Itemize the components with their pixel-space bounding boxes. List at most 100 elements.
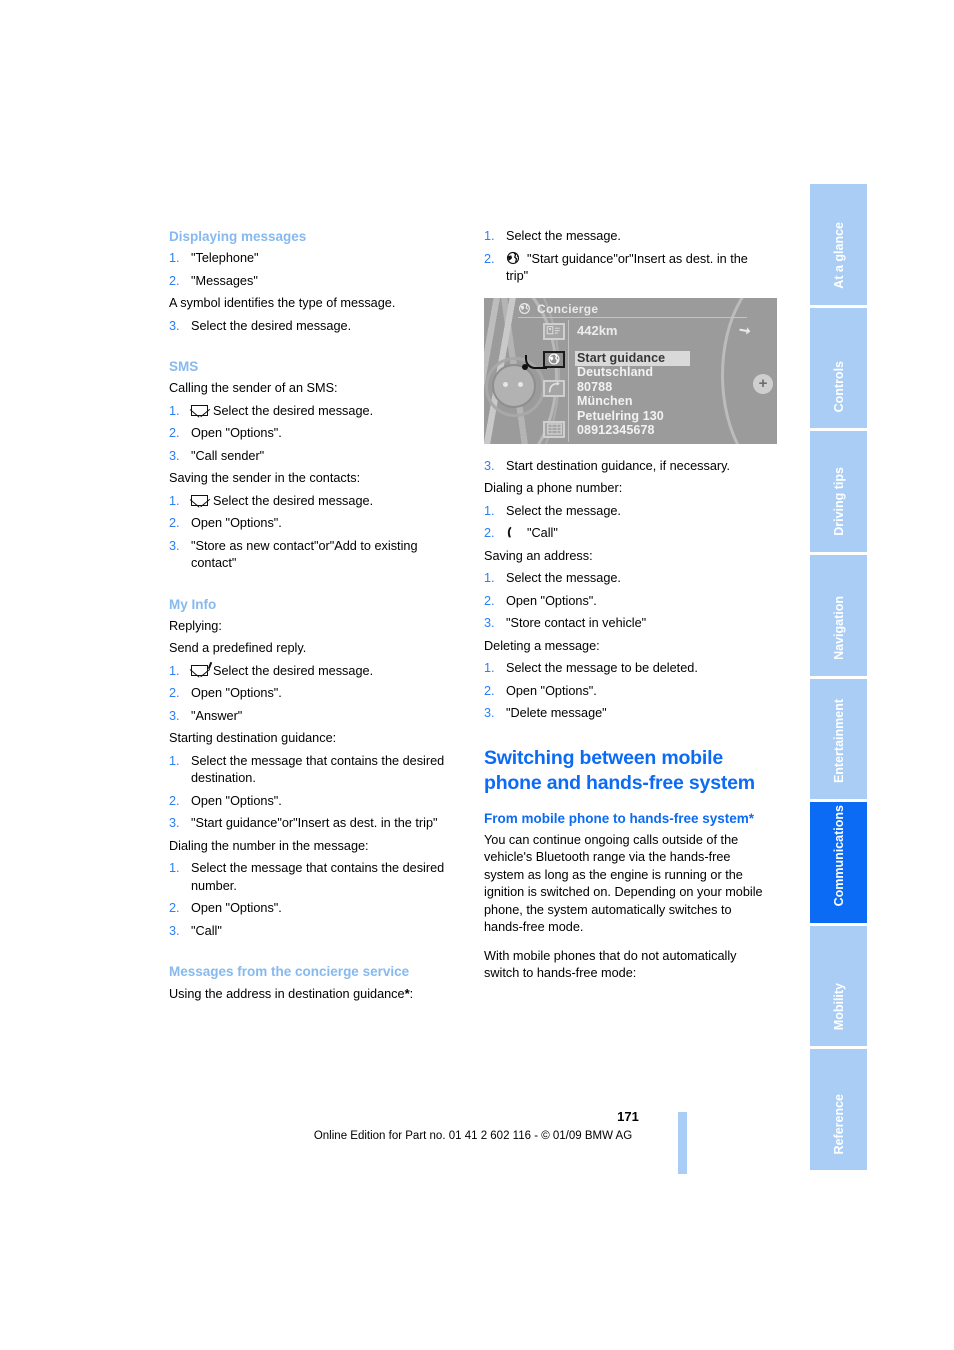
sidebar-tab-entertainment[interactable]: Entertainment xyxy=(810,678,867,800)
intro-saving-address: Saving an address: xyxy=(484,548,593,563)
map-arc-right xyxy=(721,297,777,444)
list-item: 2. "Start guidance"or"Insert as dest. in… xyxy=(484,251,764,286)
list-item: 1. Select the message that contains the … xyxy=(169,860,449,895)
list-item: 2. "Call" xyxy=(484,525,764,543)
note-symbol-type: A symbol identifies the type of message. xyxy=(169,296,396,310)
idrive-menu-icon-route[interactable] xyxy=(543,379,565,397)
heading-displaying-messages: Displaying messages xyxy=(169,229,307,244)
envelope-reply-icon xyxy=(189,661,213,678)
step-text: Select the message that contains the des… xyxy=(191,753,445,786)
phone-handset-icon xyxy=(506,526,520,540)
concierge-globe-icon xyxy=(518,302,531,315)
intro-using-address: Using the address in destination guidanc… xyxy=(169,985,449,1004)
step-text: Open "Options". xyxy=(191,686,282,700)
step-text: Open "Options". xyxy=(191,426,282,440)
idrive-title-bar: Concierge xyxy=(518,301,747,318)
step-text: Select the message that contains the des… xyxy=(191,861,445,893)
step-number: 3. xyxy=(484,458,495,473)
list-item: 3. "Answer" xyxy=(169,708,449,726)
list-item: 2. Open "Options". xyxy=(484,593,764,611)
step-number: 2. xyxy=(484,526,495,540)
step-text: Open "Options". xyxy=(506,683,597,698)
idrive-menu-icon-map[interactable] xyxy=(543,420,565,438)
manual-page: At a glance Controls Driving tips Naviga… xyxy=(0,0,954,1350)
map-dot-right xyxy=(518,381,523,387)
step-text: "Telephone" xyxy=(191,251,259,265)
paragraph-handsfree-info: You can continue ongoing calls outside o… xyxy=(484,832,763,935)
list-item: 3. "Delete message" xyxy=(484,705,764,723)
idrive-distance: 442km xyxy=(577,322,618,338)
list-item: 1. Select the message. xyxy=(484,570,764,588)
idrive-callout-dot xyxy=(522,363,528,370)
step-text: Select the desired message. xyxy=(213,493,374,508)
step-text: "Start guidance"or"Insert as dest. in th… xyxy=(506,251,748,284)
idrive-address-line: 80788 xyxy=(577,379,613,394)
step-text: "Delete message" xyxy=(506,706,607,720)
step-number: 2. xyxy=(169,793,180,808)
step-text: Select the message. xyxy=(506,571,621,585)
list-item: 1. Select the message to be deleted. xyxy=(484,660,764,678)
step-number: 3. xyxy=(169,318,180,333)
step-text: "Store contact in vehicle" xyxy=(506,616,647,630)
list-item: 1. Select the message. xyxy=(484,228,764,246)
step-number: 1. xyxy=(484,571,495,585)
right-column: 1. Select the message. 2. "Start guidanc… xyxy=(484,228,777,988)
step-text: Open "Options". xyxy=(191,516,282,530)
step-number: 2. xyxy=(169,686,180,700)
list-item: 2. Open "Options". xyxy=(169,900,449,918)
idrive-menu-icon-contact[interactable] xyxy=(543,322,565,340)
step-number: 2. xyxy=(169,426,180,440)
step-text: "Answer" xyxy=(191,708,243,723)
idrive-address-list: Start guidance Deutschland 80788 München… xyxy=(577,351,665,438)
step-number: 1. xyxy=(484,229,495,243)
sidebar-tab-mobility[interactable]: Mobility xyxy=(810,925,867,1047)
step-number: 3. xyxy=(169,923,180,938)
step-text: "Start guidance"or"Insert as dest. in th… xyxy=(191,816,438,830)
idrive-selected-item[interactable]: Start guidance xyxy=(577,351,665,366)
step-number: 3. xyxy=(169,708,180,723)
step-text: Select the message. xyxy=(506,503,621,518)
heading-my-info: My Info xyxy=(169,596,217,612)
sidebar-tab-at-a-glance[interactable]: At a glance xyxy=(810,184,867,305)
heading-sms: SMS xyxy=(169,359,199,374)
sidebar-tab-driving-tips[interactable]: Driving tips xyxy=(810,431,867,552)
list-item: 1. Select the message. xyxy=(484,503,764,521)
step-number: 1. xyxy=(169,251,180,265)
list-item: 1. Select the desired message. xyxy=(169,493,449,511)
navigation-globe-icon xyxy=(506,251,520,265)
sidebar-tab-controls[interactable]: Controls xyxy=(810,307,867,429)
map-dot-left xyxy=(503,381,508,387)
list-item: 2. "Messages" xyxy=(169,273,449,291)
step-text: Select the desired message. xyxy=(213,663,374,678)
step-text: "Call" xyxy=(191,923,222,938)
step-text: "Call sender" xyxy=(191,448,265,463)
idrive-address-line: Deutschland xyxy=(577,365,654,379)
list-item: 3. Start destination guidance, if necess… xyxy=(484,458,764,476)
step-text: "Call" xyxy=(527,526,558,540)
step-number: 3. xyxy=(169,538,180,553)
list-item: 3. "Store as new contact"or"Add to exist… xyxy=(169,538,449,573)
sidebar-tab-label: Mobility xyxy=(831,983,846,1031)
list-item: 2. Open "Options". xyxy=(169,793,449,811)
sidebar-tab-label: Driving tips xyxy=(831,467,846,536)
intro-starting-guidance: Starting destination guidance: xyxy=(169,731,337,745)
footer-copyright: Online Edition for Part no. 01 41 2 602 … xyxy=(313,1130,633,1142)
list-item: 3. "Call sender" xyxy=(169,448,449,466)
note-predefined-reply: Send a predefined reply. xyxy=(169,641,307,655)
step-text: Select the desired message. xyxy=(191,318,352,333)
sidebar-tab-navigation[interactable]: Navigation xyxy=(810,554,867,676)
step-text: Select the message to be deleted. xyxy=(506,661,698,675)
page-number: 171 xyxy=(617,1109,639,1124)
step-text: Open "Options". xyxy=(191,901,282,915)
map-zoom-in-button[interactable]: + xyxy=(753,373,773,394)
idrive-address-line: München xyxy=(577,394,633,408)
sidebar-tab-reference[interactable]: Reference xyxy=(810,1049,867,1170)
sidebar-tab-label: Reference xyxy=(831,1093,846,1154)
intro-saving-sender: Saving the sender in the contacts: xyxy=(169,471,361,485)
list-item: 3. "Call" xyxy=(169,923,449,941)
sidebar-tab-communications[interactable]: Communications xyxy=(810,802,867,923)
step-number: 3. xyxy=(484,616,495,630)
